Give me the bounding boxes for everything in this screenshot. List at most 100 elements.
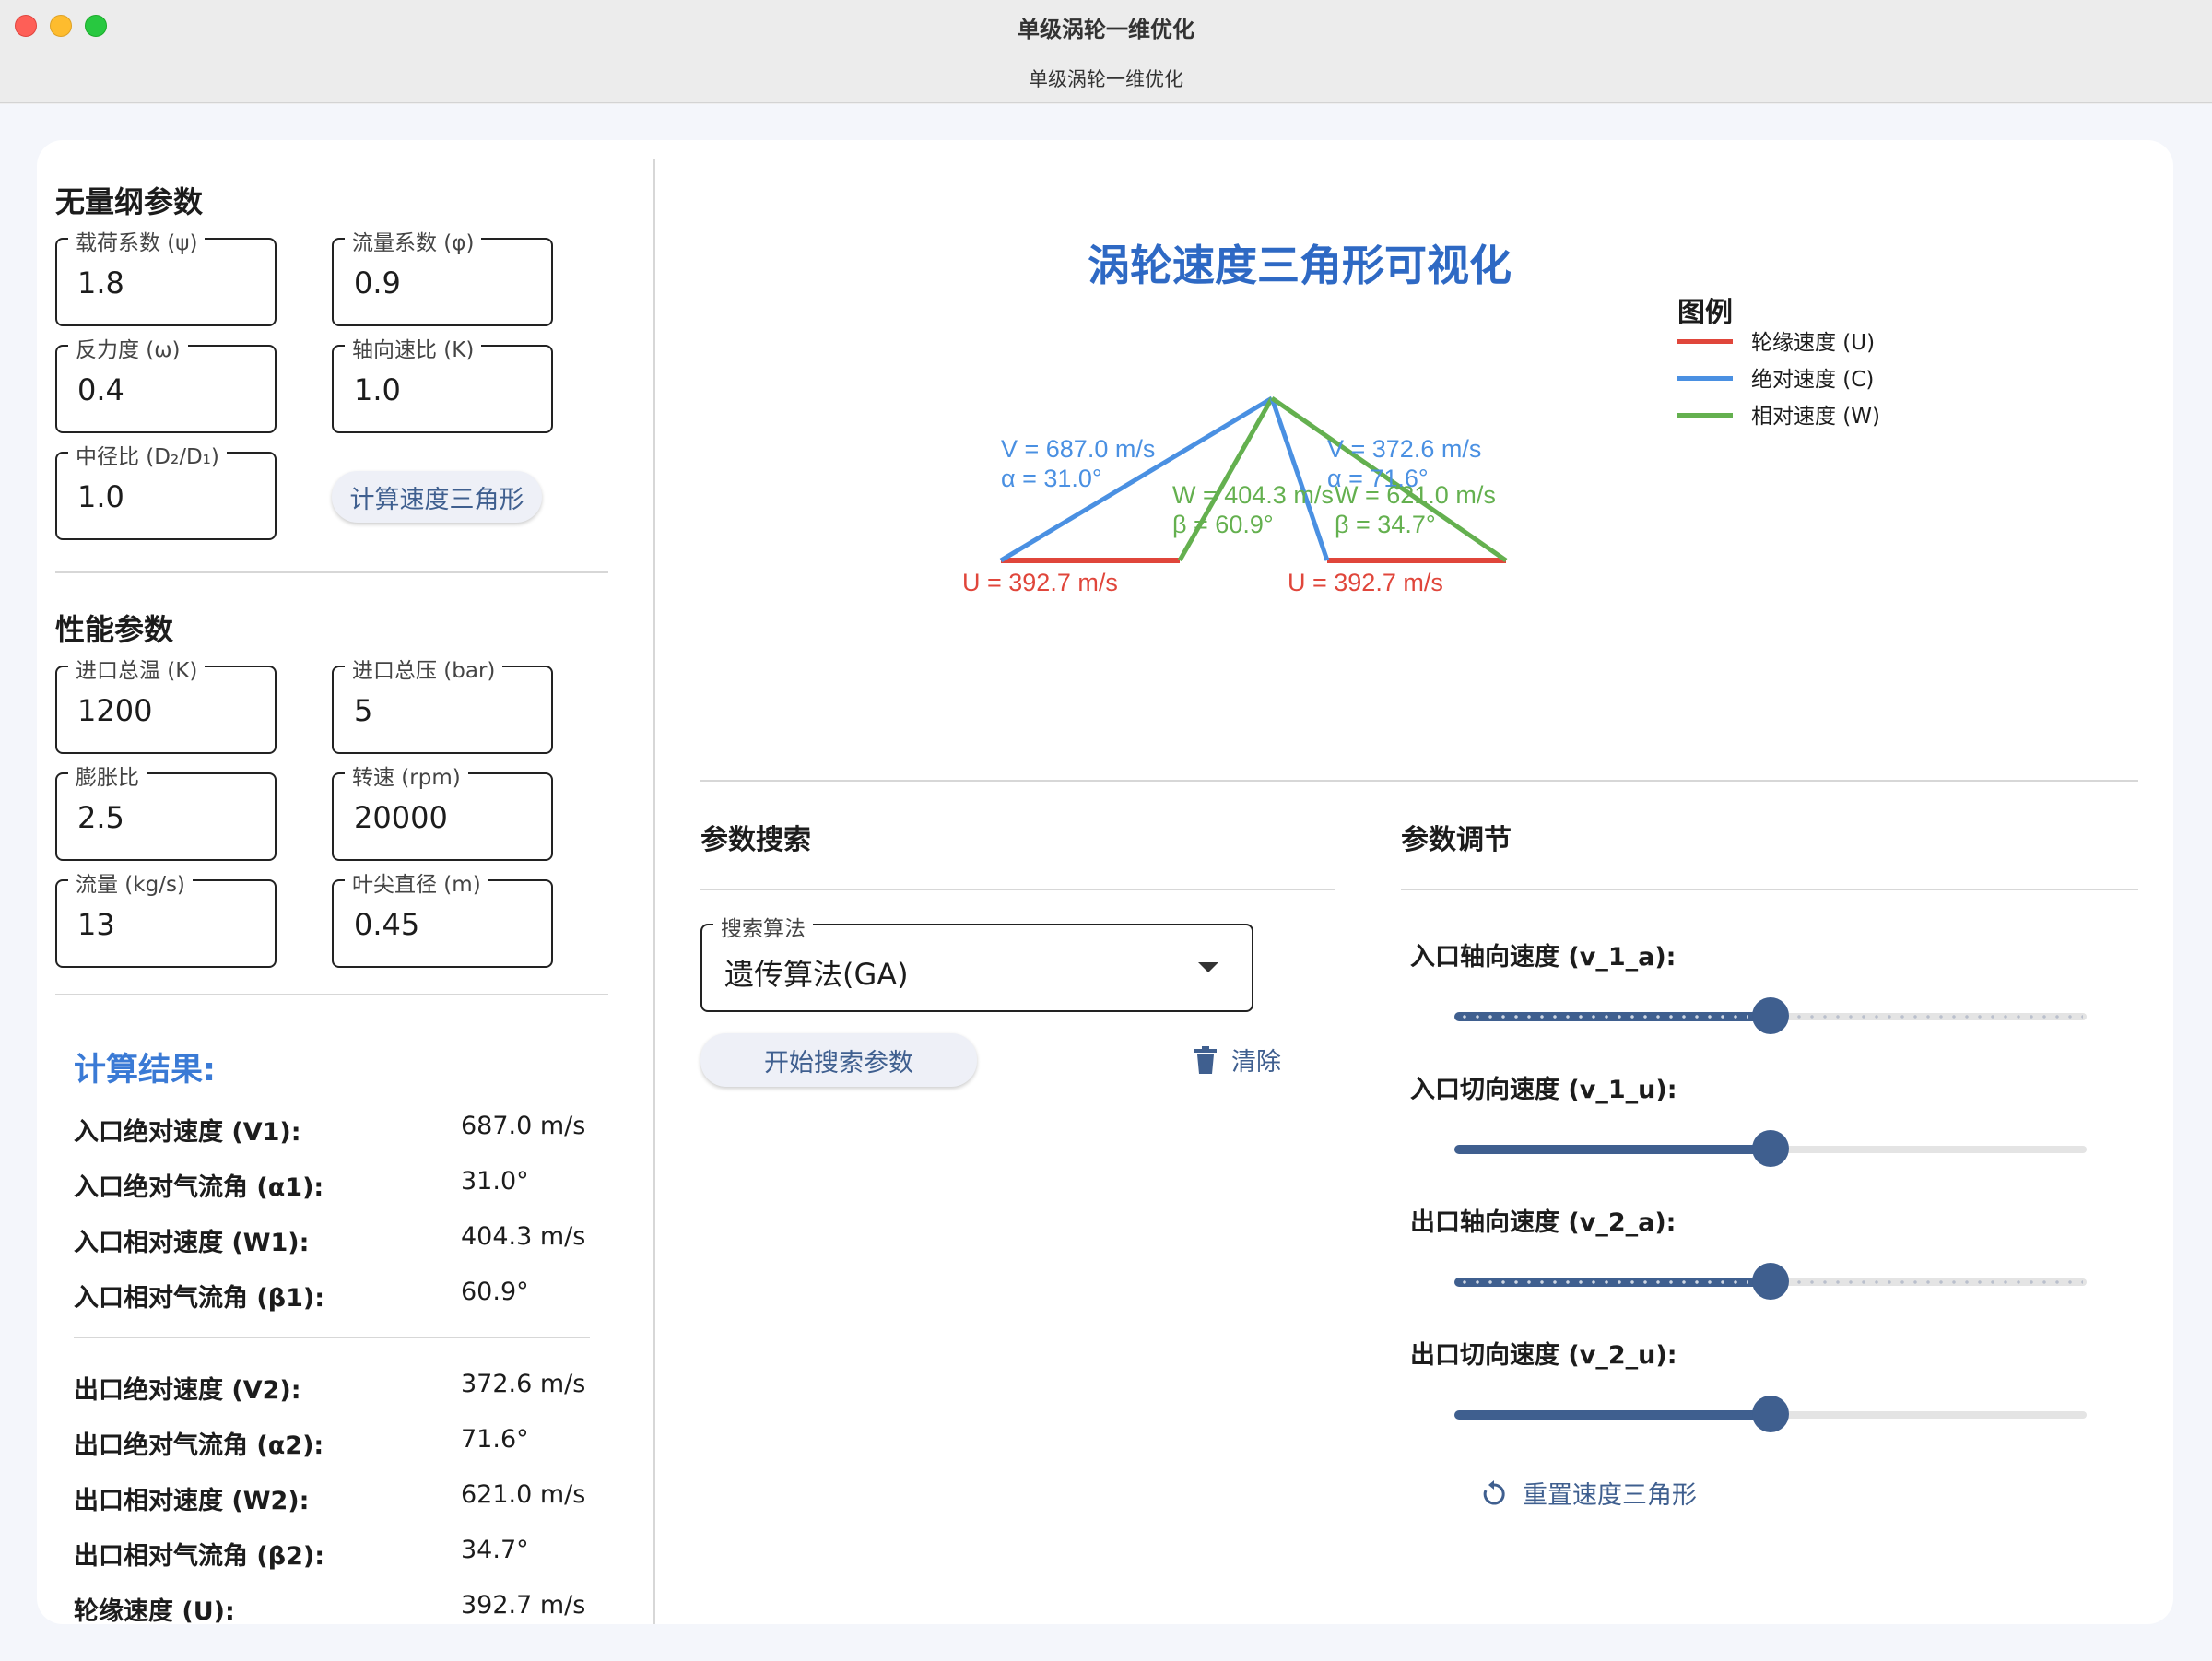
outlet-v-label: V = 372.6 m/s [1327, 435, 1481, 463]
field-value: 2.5 [77, 800, 124, 835]
slider-thumb[interactable] [1752, 997, 1789, 1034]
slider-label: 入口切向速度 (v_1_u): [1410, 1076, 1677, 1104]
result-label: 入口相对速度 (W1): [74, 1229, 310, 1257]
result-row: 出口相对速度 (W2): 621.0 m/s [74, 1480, 627, 1526]
slider-fill [1454, 1145, 1771, 1154]
field-value: 5 [354, 693, 373, 728]
section-divider [55, 994, 608, 995]
load-coefficient-field[interactable]: 载荷系数 (ψ) 1.8 [55, 225, 276, 326]
clear-button[interactable]: 清除 [1194, 1042, 1281, 1078]
select-label: 搜索算法 [713, 911, 813, 942]
slider-label: 入口轴向速度 (v_1_a): [1410, 943, 1677, 972]
chart-divider [700, 780, 2138, 782]
clear-button-label: 清除 [1231, 1048, 1281, 1077]
result-row: 出口绝对气流角 (α2): 71.6° [74, 1425, 627, 1471]
chart-title: 涡轮速度三角形可视化 [1088, 241, 1512, 290]
result-value: 71.6° [461, 1425, 529, 1454]
result-label: 入口绝对气流角 (α1): [74, 1173, 324, 1202]
reaction-degree-field[interactable]: 反力度 (ω) 0.4 [55, 332, 276, 433]
slider-label: 出口切向速度 (v_2_u): [1410, 1341, 1677, 1370]
results-divider [74, 1337, 590, 1338]
field-label: 进口总温 (K) [68, 653, 206, 684]
field-label: 轴向速比 (K) [345, 332, 482, 363]
slider-ticks-active [1458, 1280, 1748, 1284]
search-algorithm-select[interactable]: 搜索算法 遗传算法(GA) [700, 911, 1253, 1012]
result-label: 出口绝对气流角 (α2): [74, 1431, 324, 1460]
field-value: 0.9 [354, 265, 401, 300]
field-value: 1.0 [77, 479, 124, 514]
inlet-v-label: V = 687.0 m/s [1001, 435, 1155, 463]
tip-diameter-field[interactable]: 叶尖直径 (m) 0.45 [332, 866, 553, 968]
result-label: 入口绝对速度 (V1): [74, 1118, 301, 1147]
slider-thumb[interactable] [1752, 1263, 1789, 1300]
diameter-ratio-field[interactable]: 中径比 (D₂/D₁) 1.0 [55, 439, 276, 540]
result-label: 出口相对气流角 (β2): [74, 1542, 324, 1571]
field-value: 1.0 [354, 372, 401, 407]
outlet-v-vector [1269, 397, 1330, 561]
result-label: 轮缘速度 (U): [74, 1597, 235, 1626]
velocity-triangle-diagram: V = 687.0 m/s α = 31.0° W = 404.3 m/s β … [962, 395, 1508, 596]
result-label: 入口相对气流角 (β1): [74, 1284, 324, 1313]
field-label: 转速 (rpm) [345, 760, 468, 791]
title-bar: 单级涡轮一维优化 单级涡轮一维优化 [0, 0, 2212, 103]
outlet-beta-label: β = 34.7° [1335, 511, 1436, 538]
field-label: 膨胀比 [68, 760, 147, 791]
window-subtitle: 单级涡轮一维优化 [1029, 68, 1183, 90]
results-title: 计算结果: [74, 1052, 216, 1089]
flow-coefficient-field[interactable]: 流量系数 (φ) 0.9 [332, 225, 553, 326]
expansion-ratio-field[interactable]: 膨胀比 2.5 [55, 760, 276, 861]
outlet-w-label: W = 621.0 m/s [1335, 481, 1496, 509]
inlet-axial-velocity-slider[interactable] [1454, 997, 2087, 1034]
outlet-u-label: U = 392.7 m/s [1288, 569, 1443, 596]
slider-ticks-active [1458, 1015, 1748, 1019]
field-label: 叶尖直径 (m) [345, 866, 488, 898]
rotational-speed-field[interactable]: 转速 (rpm) 20000 [332, 760, 553, 861]
window-title: 单级涡轮一维优化 [1018, 17, 1194, 42]
reset-icon [1483, 1479, 1505, 1504]
axial-velocity-ratio-field[interactable]: 轴向速比 (K) 1.0 [332, 332, 553, 433]
result-row: 入口相对速度 (W1): 404.3 m/s [74, 1222, 627, 1268]
performance-section-title: 性能参数 [55, 612, 174, 647]
result-value: 687.0 m/s [461, 1112, 586, 1140]
field-label: 进口总压 (bar) [345, 653, 503, 684]
result-row: 入口相对气流角 (β1): 60.9° [74, 1278, 627, 1324]
field-label: 流量系数 (φ) [345, 225, 482, 256]
inlet-total-pressure-field[interactable]: 进口总压 (bar) 5 [332, 653, 553, 754]
result-value: 31.0° [461, 1167, 529, 1196]
result-value: 34.7° [461, 1536, 529, 1564]
tuning-section-title: 参数调节 [1401, 824, 1512, 856]
legend-swatch [1677, 339, 1733, 344]
legend-label: 轮缘速度 (U) [1751, 331, 1876, 355]
search-section-title: 参数搜索 [700, 824, 811, 856]
mass-flow-field[interactable]: 流量 (kg/s) 13 [55, 866, 276, 968]
calculate-triangle-button[interactable]: 计算速度三角形 [332, 471, 542, 523]
field-value: 13 [77, 907, 115, 942]
start-search-button[interactable]: 开始搜索参数 [700, 1033, 977, 1087]
field-label: 载荷系数 (ψ) [68, 225, 206, 256]
inlet-tangential-velocity-slider[interactable] [1454, 1130, 2087, 1167]
field-label: 流量 (kg/s) [68, 866, 193, 898]
inlet-alpha-label: α = 31.0° [1001, 465, 1102, 492]
section-divider [55, 571, 608, 573]
legend-title: 图例 [1677, 297, 1733, 329]
outlet-axial-velocity-slider[interactable] [1454, 1263, 2087, 1300]
slider-thumb[interactable] [1752, 1396, 1789, 1432]
result-value: 372.6 m/s [461, 1370, 586, 1398]
search-divider [700, 889, 1335, 890]
result-value: 392.7 m/s [461, 1591, 586, 1620]
slider-ticks [1793, 1015, 2083, 1019]
result-row: 入口绝对气流角 (α1): 31.0° [74, 1167, 627, 1213]
result-row: 出口相对气流角 (β2): 34.7° [74, 1536, 627, 1582]
legend-swatch [1677, 413, 1733, 418]
inlet-beta-label: β = 60.9° [1172, 511, 1274, 538]
slider-thumb[interactable] [1752, 1130, 1789, 1167]
select-value: 遗传算法(GA) [724, 957, 909, 992]
reset-triangle-button[interactable]: 重置速度三角形 [1480, 1475, 1697, 1511]
result-row: 轮缘速度 (U): 392.7 m/s [74, 1591, 627, 1637]
trash-icon [1194, 1045, 1217, 1074]
field-value: 1.8 [77, 265, 124, 300]
field-label: 中径比 (D₂/D₁) [68, 439, 227, 470]
inlet-total-temperature-field[interactable]: 进口总温 (K) 1200 [55, 653, 276, 754]
outlet-tangential-velocity-slider[interactable] [1454, 1396, 2087, 1432]
field-value: 0.45 [354, 907, 420, 942]
